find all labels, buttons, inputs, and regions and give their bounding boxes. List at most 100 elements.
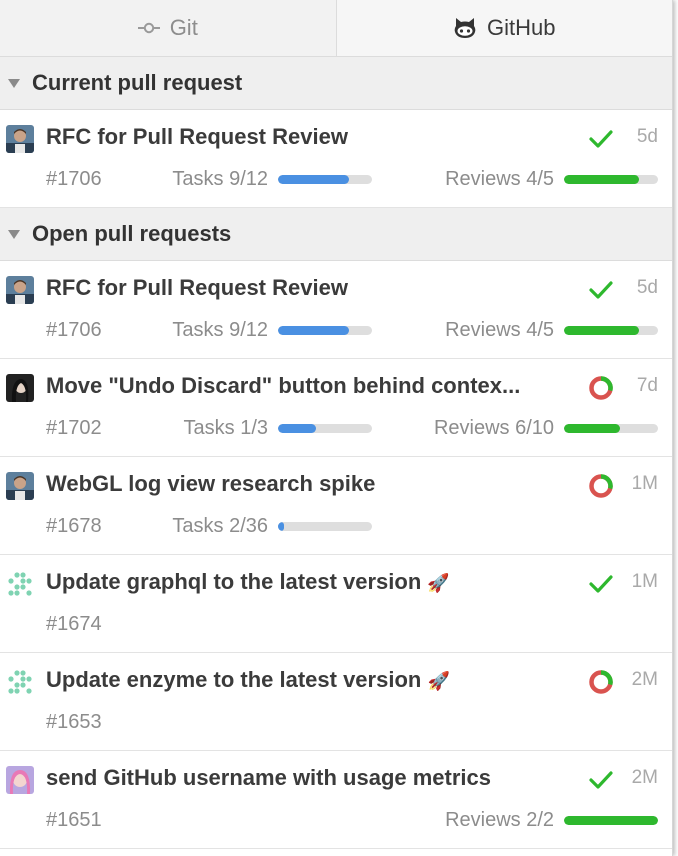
tasks-label: Tasks 9/12 (172, 319, 268, 341)
pr-number: #1706 (46, 319, 102, 341)
reviews-progress-fill (564, 326, 640, 335)
tasks-progress: Tasks 2/36 (172, 515, 372, 538)
git-commit-icon (137, 22, 160, 34)
reviews-label: Reviews 4/5 (445, 319, 554, 341)
ci-status[interactable] (586, 569, 616, 599)
reviews-progress-bar (564, 816, 658, 825)
ci-status[interactable] (586, 471, 616, 501)
pr-age: 5d (636, 277, 658, 298)
check-icon (589, 281, 613, 299)
check-icon (589, 130, 613, 148)
tasks-progress: Tasks 9/12 (172, 168, 372, 191)
ci-status[interactable] (586, 275, 616, 305)
pull-request-row[interactable]: Update enzyme to the latest version 🚀 2M #… (0, 653, 672, 751)
pending-status-icon (589, 376, 613, 400)
pr-number: #1706 (46, 168, 102, 190)
pr-title-text: RFC for Pull Request Review (46, 124, 348, 149)
pr-age: 7d (636, 375, 658, 396)
tasks-label: Tasks 9/12 (172, 168, 268, 190)
check-icon (589, 771, 613, 789)
open-prs-section-toggle[interactable]: Open pull requests (0, 208, 672, 261)
reviews-progress: Reviews 4/5 (445, 168, 658, 191)
pull-request-row[interactable]: RFC for Pull Request Review 5d #1706 Tasks … (0, 110, 672, 208)
pr-age: 2M (631, 669, 658, 690)
pr-title[interactable]: WebGL log view research spike (46, 471, 581, 497)
tasks-progress-fill (278, 522, 284, 531)
ci-status[interactable] (586, 373, 616, 403)
tasks-progress: Tasks 9/12 (172, 319, 372, 342)
reviews-progress-fill (564, 424, 621, 433)
avatar (6, 276, 34, 304)
pull-request-row[interactable]: Update graphql to the latest version 🚀 1M… (0, 555, 672, 653)
tasks-progress: Tasks 1/3 (184, 417, 372, 440)
pr-title[interactable]: Update enzyme to the latest version 🚀 (46, 667, 581, 693)
pull-request-row[interactable]: send GitHub username with usage metrics 2… (0, 751, 672, 849)
avatar (6, 570, 34, 598)
ci-status[interactable] (586, 765, 616, 795)
reviews-label: Reviews 4/5 (445, 168, 554, 190)
pr-number: #1674 (46, 613, 102, 635)
open-pr-list: RFC for Pull Request Review 5d #1706 Tasks … (0, 261, 672, 849)
current-pr-section-toggle[interactable]: Current pull request (0, 57, 672, 110)
reviews-label: Reviews 2/2 (445, 809, 554, 831)
octocat-icon (453, 17, 477, 39)
pull-request-row[interactable]: RFC for Pull Request Review 5d #1706 Tasks … (0, 261, 672, 359)
reviews-progress-bar (564, 175, 658, 184)
avatar (6, 668, 34, 696)
pr-title-text: Update enzyme to the latest version (46, 667, 422, 692)
current-pr-list: RFC for Pull Request Review 5d #1706 Tasks … (0, 110, 672, 208)
pr-title-text: Update graphql to the latest version (46, 569, 422, 594)
github-panel: Git GitHub Current pull request RFC for … (0, 0, 673, 856)
avatar (6, 125, 34, 153)
caret-down-icon (8, 78, 20, 88)
reviews-progress-fill (564, 175, 640, 184)
tasks-label: Tasks 1/3 (183, 417, 268, 439)
pr-number: #1651 (46, 809, 102, 831)
pull-request-row[interactable]: WebGL log view research spike 1M #1678 Task… (0, 457, 672, 555)
avatar (6, 472, 34, 500)
reviews-progress-bar (564, 326, 658, 335)
rocket-emoji: 🚀 (427, 671, 450, 691)
avatar (6, 374, 34, 402)
pr-title[interactable]: send GitHub username with usage metrics (46, 765, 581, 791)
tasks-progress-fill (278, 326, 349, 335)
section-title: Open pull requests (32, 221, 232, 246)
pr-number: #1678 (46, 515, 102, 537)
tab-github[interactable]: GitHub (336, 0, 672, 56)
ci-status[interactable] (586, 124, 616, 154)
pr-title[interactable]: Move "Undo Discard" button behind contex… (46, 373, 581, 399)
pr-title[interactable]: Update graphql to the latest version 🚀 (46, 569, 581, 595)
avatar (6, 766, 34, 794)
tab-github-label: GitHub (487, 15, 556, 40)
pr-title-text: send GitHub username with usage metrics (46, 765, 492, 790)
tasks-progress-bar (278, 175, 372, 184)
caret-down-icon (8, 229, 20, 239)
check-icon (589, 575, 613, 593)
pending-status-icon (589, 670, 613, 694)
tab-git-label: Git (169, 15, 198, 40)
pr-title[interactable]: RFC for Pull Request Review (46, 275, 581, 301)
reviews-progress: Reviews 2/2 (445, 809, 658, 832)
reviews-progress-bar (564, 424, 658, 433)
tab-git[interactable]: Git (0, 0, 337, 56)
pr-title-text: RFC for Pull Request Review (46, 275, 348, 300)
pr-title[interactable]: RFC for Pull Request Review (46, 124, 581, 150)
tasks-progress-bar (278, 424, 372, 433)
pr-number: #1702 (46, 417, 102, 439)
tasks-progress-bar (278, 522, 372, 531)
pending-status-icon (589, 474, 613, 498)
ci-status[interactable] (586, 667, 616, 697)
reviews-progress: Reviews 4/5 (445, 319, 658, 342)
pull-request-row[interactable]: Move "Undo Discard" button behind contex… (0, 359, 672, 457)
pr-age: 5d (636, 126, 658, 147)
pr-age: 2M (631, 767, 658, 788)
reviews-progress: Reviews 6/10 (434, 417, 658, 440)
tasks-progress-bar (278, 326, 372, 335)
tasks-progress-fill (278, 424, 316, 433)
pr-age: 1M (631, 473, 658, 494)
pr-number: #1653 (46, 711, 102, 733)
tab-bar: Git GitHub (0, 0, 672, 57)
reviews-label: Reviews 6/10 (433, 417, 554, 439)
pr-age: 1M (631, 571, 658, 592)
tasks-progress-fill (278, 175, 349, 184)
